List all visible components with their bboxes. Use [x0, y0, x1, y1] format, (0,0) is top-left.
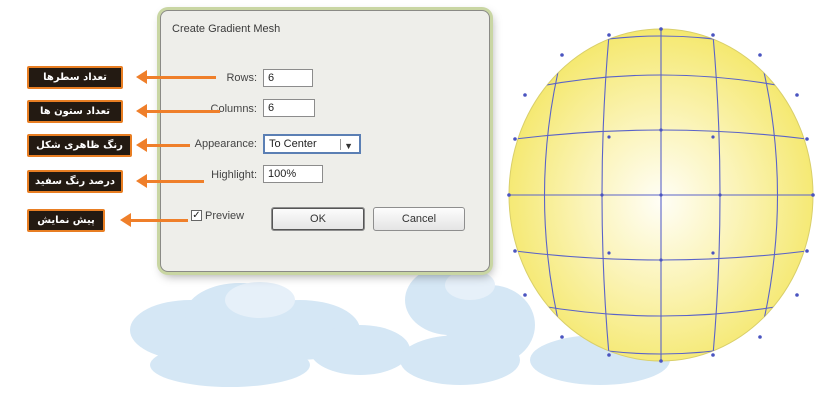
highlight-input[interactable]: 100%	[263, 165, 323, 183]
select-separator	[340, 139, 341, 150]
arrow-left-icon	[120, 213, 131, 227]
ok-button[interactable]: OK	[271, 207, 365, 231]
rows-input[interactable]: 6	[263, 69, 313, 87]
columns-input[interactable]: 6	[263, 99, 315, 117]
checkmark-icon: ✓	[192, 210, 201, 221]
dialog-title: Create Gradient Mesh	[172, 23, 281, 35]
preview-label: Preview	[205, 210, 245, 222]
arrow-left-icon	[136, 104, 147, 118]
callout-appearance: رنگ ظاهری شکل	[27, 134, 132, 157]
appearance-value: To Center	[269, 138, 317, 150]
callout-columns-arrow	[146, 110, 220, 113]
callout-highlight: درصد رنگ سفید	[27, 170, 123, 193]
gradient-mesh-sphere	[507, 27, 815, 363]
callout-rows: تعداد سطرها	[27, 66, 123, 89]
callout-highlight-arrow	[146, 180, 204, 183]
callout-preview: پیش نمایش	[27, 209, 105, 232]
arrow-left-icon	[136, 174, 147, 188]
cancel-button[interactable]: Cancel	[373, 207, 465, 231]
arrow-left-icon	[136, 138, 147, 152]
arrow-left-icon	[136, 70, 147, 84]
callout-appearance-arrow	[146, 144, 190, 147]
callout-preview-arrow	[130, 219, 188, 222]
appearance-select[interactable]: To Center ▼	[263, 134, 361, 154]
triangle-down-icon: ▼	[344, 141, 353, 151]
callout-columns: تعداد ستون ها	[27, 100, 123, 123]
callout-rows-arrow	[146, 76, 216, 79]
preview-checkbox[interactable]: ✓	[191, 210, 202, 221]
columns-label: Columns:	[210, 103, 257, 115]
